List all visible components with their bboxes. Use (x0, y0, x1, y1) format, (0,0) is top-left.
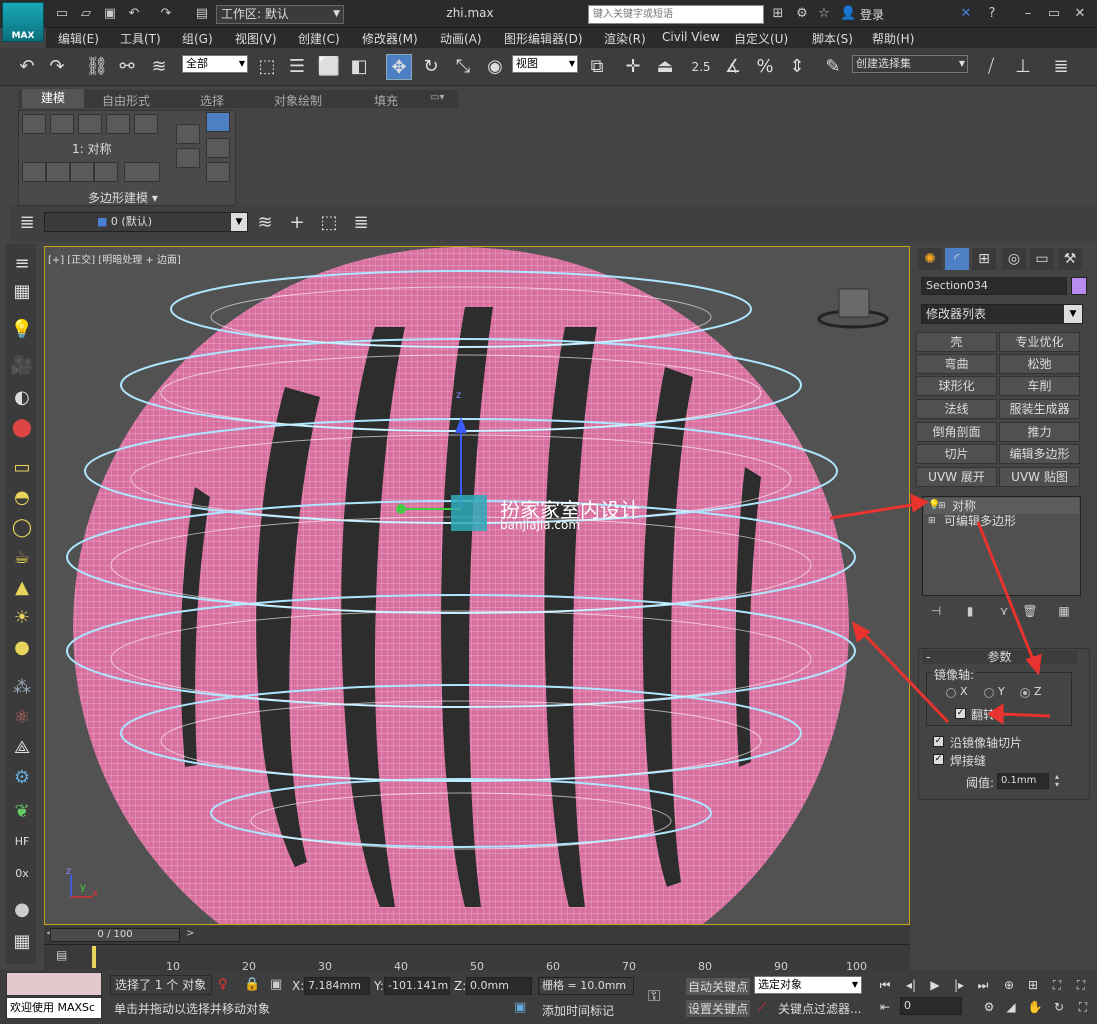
chevron-down-icon: ▼ (851, 980, 858, 989)
maximize-viewport-icon[interactable]: ⛶ (1074, 998, 1092, 1016)
zoom-all-icon[interactable]: ⊞ (1024, 976, 1042, 994)
lock-icon[interactable]: 🔒 (244, 977, 260, 992)
zoom-extents-all-icon[interactable]: ⛶ (1072, 976, 1090, 994)
key-mode-icon[interactable]: ⇤ (876, 998, 894, 1016)
z-coord-label: Z: (454, 979, 467, 993)
zoom-icon[interactable]: ⊕ (1000, 976, 1018, 994)
maxscript-mini-listener[interactable]: 欢迎使用 MAXSc (6, 997, 102, 1019)
isolate-icon[interactable]: ♀ (218, 977, 228, 992)
annotation-arrows (829, 493, 1051, 725)
key-selection-dropdown[interactable]: 选定对象 ▼ (754, 976, 862, 994)
x-coord-field[interactable]: 7.184mm (304, 977, 370, 995)
pan-icon[interactable]: ✋ (1026, 998, 1044, 1016)
time-config-icon[interactable]: ⚙ (980, 998, 998, 1016)
go-to-end-icon[interactable]: ⏭ (974, 976, 992, 994)
filmstrip-icon[interactable]: ▤ (56, 948, 67, 962)
maxscript-listener[interactable] (6, 972, 102, 996)
selection-status: 选择了 1 个 对象 (110, 975, 212, 995)
current-frame-field[interactable]: 0 (900, 997, 962, 1015)
time-slider[interactable]: 0 / 100 (50, 928, 180, 942)
zoom-extents-icon[interactable]: ⛶ (1048, 976, 1066, 994)
time-marker (92, 946, 96, 968)
add-time-tag[interactable]: 添加时间标记 (542, 1002, 614, 1019)
absolute-mode-icon[interactable]: ▣ (270, 977, 282, 992)
orbit-icon[interactable]: ↻ (1050, 998, 1068, 1016)
next-frame-icon[interactable]: |▸ (950, 976, 968, 994)
previous-frame-icon[interactable]: ◂| (902, 976, 920, 994)
x-coord-label: X: (292, 979, 305, 993)
slider-next-icon[interactable]: > (186, 928, 200, 942)
time-tag-icon[interactable]: ▣ (514, 1000, 526, 1015)
y-coord-label: Y: (374, 979, 384, 993)
field-of-view-icon[interactable]: ◢ (1002, 998, 1020, 1016)
auto-key-button[interactable]: 自动关键点 (686, 978, 751, 995)
y-coord-field[interactable]: -101.141m (384, 977, 450, 995)
key-filters-button[interactable]: 关键点过滤器... (778, 1000, 861, 1017)
grid-size: 栅格 = 10.0mm (538, 977, 634, 995)
play-icon[interactable]: ▶ (926, 976, 944, 994)
prompt-line: 单击并拖动以选择并移动对象 (114, 1002, 271, 1016)
set-key-icon[interactable]: ⚿ (648, 986, 660, 1006)
z-coord-field[interactable]: 0.0mm (466, 977, 532, 995)
go-to-start-icon[interactable]: ⏮ (876, 976, 894, 994)
key-filters-icon[interactable]: ⟋ (758, 1000, 766, 1015)
set-key-button[interactable]: 设置关键点 (686, 1000, 751, 1017)
